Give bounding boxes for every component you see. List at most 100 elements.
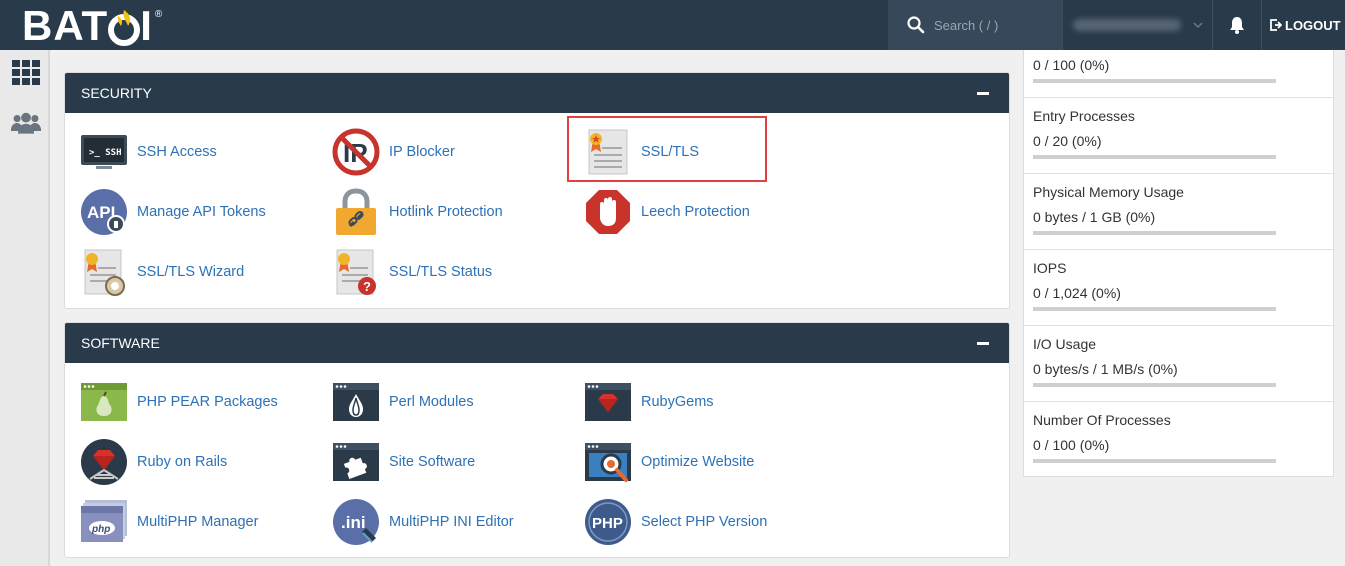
perl-modules-link[interactable]: Perl Modules [332, 376, 474, 428]
stat-row: 0 / 100 (0%) [1024, 50, 1335, 98]
users-icon[interactable] [10, 108, 42, 138]
item-label: Ruby on Rails [137, 454, 228, 470]
item-label: RubyGems [641, 394, 714, 410]
logo-text-end: I [140, 2, 153, 49]
stat-row: Number Of Processes 0 / 100 (0%) [1024, 402, 1335, 477]
multiphp-ini-editor-link[interactable]: .ini MultiPHP INI Editor [332, 496, 514, 548]
software-panel-header[interactable]: SOFTWARE [65, 323, 1009, 363]
terminal-icon: >_ SSH [81, 135, 127, 169]
logout-button[interactable]: LOGOUT [1270, 0, 1341, 50]
ssl-tls-link[interactable]: SSL/TLS [584, 126, 699, 178]
search-box [888, 0, 1062, 50]
select-php-version-link[interactable]: PHP Select PHP Version [584, 496, 767, 548]
ssh-access-link[interactable]: >_ SSH SSH Access [80, 126, 217, 178]
item-label: MultiPHP Manager [137, 514, 259, 530]
stat-row: I/O Usage 0 bytes/s / 1 MB/s (0%) [1024, 326, 1335, 402]
stop-hand-icon [586, 190, 630, 234]
svg-text:php: php [91, 524, 110, 535]
perl-onion-icon [333, 383, 379, 421]
ruby-gem-icon [585, 383, 631, 421]
stat-label: Entry Processes [1033, 108, 1135, 124]
stat-progress-bar [1033, 383, 1276, 387]
svg-text:>_ SSH: >_ SSH [89, 148, 122, 158]
stat-value: 0 / 100 (0%) [1033, 57, 1110, 73]
svg-text:.ini: .ini [341, 513, 366, 532]
stat-label: Number Of Processes [1033, 412, 1171, 428]
collapse-icon[interactable] [977, 92, 989, 95]
item-label: SSH Access [137, 144, 217, 160]
api-icon: API [81, 189, 127, 235]
stat-row: Entry Processes 0 / 20 (0%) [1024, 98, 1335, 174]
ip-blocker-link[interactable]: IP IP Blocker [332, 126, 455, 178]
optimize-icon [585, 443, 631, 482]
svg-text:PHP: PHP [592, 515, 623, 532]
security-panel: SECURITY >_ SSH SSH Access IP IP Blocker [64, 72, 1010, 309]
item-label: Leech Protection [641, 204, 750, 220]
ssl-tls-wizard-link[interactable]: SSL/TLS Wizard [80, 246, 244, 298]
item-label: SSL/TLS Status [389, 264, 493, 280]
search-icon [907, 16, 925, 34]
logo-registered-mark: ® [154, 8, 163, 20]
stat-value: 0 / 1,024 (0%) [1033, 285, 1121, 301]
stat-value: 0 bytes/s / 1 MB/s (0%) [1033, 361, 1178, 377]
rails-icon [81, 439, 127, 485]
item-label: MultiPHP INI Editor [389, 514, 514, 530]
item-label: Select PHP Version [641, 514, 768, 530]
search-input[interactable] [934, 17, 1054, 33]
ini-editor-icon: .ini [333, 499, 379, 545]
puzzle-icon [333, 443, 379, 481]
stat-progress-bar [1033, 155, 1276, 159]
hotlink-protection-link[interactable]: Hotlink Protection [332, 186, 503, 238]
stat-value: 0 bytes / 1 GB (0%) [1033, 209, 1156, 225]
rubygems-link[interactable]: RubyGems [584, 376, 714, 428]
chevron-down-icon [1193, 22, 1203, 29]
item-label: Site Software [389, 454, 476, 470]
left-sidebar [0, 50, 50, 566]
stat-progress-bar [1033, 307, 1276, 311]
collapse-icon[interactable] [977, 342, 989, 345]
username-redacted [1073, 19, 1181, 31]
stat-progress-bar [1033, 459, 1276, 463]
padlock-icon [336, 188, 376, 235]
logout-icon [1270, 19, 1282, 31]
item-label: SSL/TLS [641, 144, 700, 160]
logo-flame-icon [108, 6, 141, 46]
stat-value: 0 / 100 (0%) [1033, 437, 1110, 453]
bell-icon [1230, 17, 1244, 34]
item-label: IP Blocker [389, 144, 455, 160]
logo-text: BAT [22, 2, 109, 49]
item-label: Hotlink Protection [389, 204, 503, 220]
statistics-panel: 0 / 100 (0%) Entry Processes 0 / 20 (0%)… [1023, 50, 1335, 477]
brand-logo[interactable]: BAT I ® [22, 4, 162, 48]
stat-row: IOPS 0 / 1,024 (0%) [1024, 250, 1335, 326]
site-software-link[interactable]: Site Software [332, 436, 475, 488]
multiphp-icon: php [81, 500, 127, 542]
notifications-button[interactable] [1212, 0, 1262, 50]
user-menu[interactable] [1062, 0, 1212, 50]
top-bar: BAT I ® LO [0, 0, 1345, 50]
multiphp-manager-link[interactable]: php MultiPHP Manager [80, 496, 258, 548]
item-label: PHP PEAR Packages [137, 394, 278, 410]
php-pear-packages-link[interactable]: PHP PEAR Packages [80, 376, 278, 428]
item-label: SSL/TLS Wizard [137, 264, 245, 280]
certificate-icon [588, 129, 628, 175]
php-version-icon: PHP [585, 499, 631, 545]
ruby-on-rails-link[interactable]: Ruby on Rails [80, 436, 227, 488]
certificate-wizard-icon [84, 249, 125, 296]
item-label: Manage API Tokens [137, 204, 266, 220]
security-panel-header[interactable]: SECURITY [65, 73, 1009, 113]
pear-icon [81, 383, 127, 421]
stat-value: 0 / 20 (0%) [1033, 133, 1102, 149]
stat-progress-bar [1033, 231, 1276, 235]
ip-blocker-icon: IP [332, 128, 380, 176]
ssl-tls-status-link[interactable]: ? SSL/TLS Status [332, 246, 492, 298]
optimize-website-link[interactable]: Optimize Website [584, 436, 754, 488]
apps-grid-icon[interactable] [10, 58, 42, 88]
logout-label: LOGOUT [1285, 17, 1341, 33]
panel-title: SECURITY [81, 85, 152, 101]
stat-progress-bar [1033, 79, 1276, 83]
item-label: Perl Modules [389, 394, 474, 410]
leech-protection-link[interactable]: Leech Protection [584, 186, 750, 238]
stat-label: IOPS [1033, 260, 1067, 276]
manage-api-tokens-link[interactable]: API Manage API Tokens [80, 186, 266, 238]
